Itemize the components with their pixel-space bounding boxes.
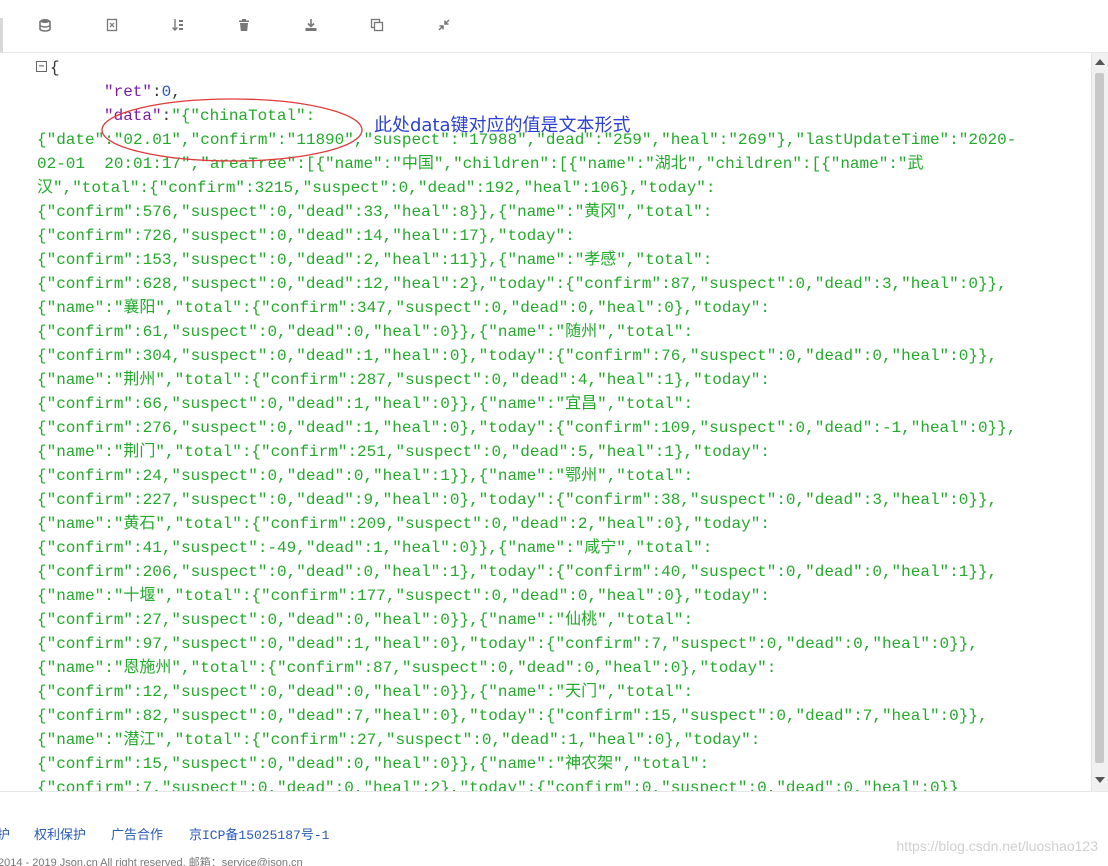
trash-icon[interactable] [233,14,255,36]
download-icon[interactable] [300,14,322,36]
json-wrapped-line: {"confirm":628,"suspect":0,"dead":12,"he… [37,275,1007,293]
scroll-up-icon[interactable] [1095,59,1105,65]
json-wrapped-line: {"confirm":7,"suspect":0,"dead":0,"heal"… [37,779,959,791]
ret-value: 0 [161,83,172,101]
scrollbar-thumb[interactable] [1095,73,1104,763]
open-brace: { [50,59,60,77]
fold-toggle-icon[interactable]: − [36,61,47,72]
json-editor[interactable]: − { "ret":0, "data":"{"chinaTotal": {"da… [0,53,1108,791]
json-wrapped-line: {"confirm":304,"suspect":0,"dead":1,"hea… [37,347,998,365]
json-wrapped-line: {"confirm":82,"suspect":0,"dead":7,"heal… [37,707,988,725]
sort-icon[interactable] [167,14,189,36]
file-export-icon[interactable] [101,14,123,36]
footer-link-rights[interactable]: 权利保护 [34,824,86,843]
compress-icon[interactable] [433,14,455,36]
json-wrapped-line: {"confirm":276,"suspect":0,"dead":1,"hea… [37,419,1017,437]
json-wrapped-line: {"confirm":12,"suspect":0,"dead":0,"heal… [37,683,694,701]
copy-icon[interactable] [366,14,388,36]
footer-link-ads[interactable]: 广告合作 [111,824,163,843]
json-wrapped-line: {"confirm":153,"suspect":0,"dead":2,"hea… [37,251,713,269]
json-wrapped-line: {"confirm":97,"suspect":0,"dead":1,"heal… [37,635,978,653]
json-wrapped-line: {"confirm":206,"suspect":0,"dead":0,"hea… [37,563,998,581]
json-wrapped-line: {"confirm":576,"suspect":0,"dead":33,"he… [37,203,713,221]
json-wrapped-line: {"confirm":27,"suspect":0,"dead":0,"heal… [37,611,694,629]
toolbar-edge [0,18,3,52]
watermark: https://blog.csdn.net/luoshao123 [896,838,1098,854]
json-wrapped-line: {"confirm":66,"suspect":0,"dead":1,"heal… [37,395,694,413]
json-wrapped-line: {"name":"潜江","total":{"confirm":27,"susp… [37,731,761,749]
json-wrapped-line: {"confirm":227,"suspect":0,"dead":9,"hea… [37,491,998,509]
footer-link-partial[interactable]: 护 [0,824,10,843]
ret-line: "ret":0, [104,83,181,101]
json-viewer-window: − { "ret":0, "data":"{"chinaTotal": {"da… [0,0,1108,866]
json-wrapped-line: 02-01 20:01:17","areaTree":[{"name":"中国"… [37,155,924,173]
json-wrapped-line: 汉","total":{"confirm":3215,"suspect":0,"… [37,179,716,197]
vertical-scrollbar[interactable] [1091,53,1108,791]
json-code[interactable]: − { "ret":0, "data":"{"chinaTotal": {"da… [0,53,1092,791]
annotation-text: 此处data键对应的值是文本形式 [374,115,631,136]
json-wrapped-line: {"name":"恩施州","total":{"confirm":87,"sus… [37,659,777,677]
json-wrapped-line: {"name":"襄阳","total":{"confirm":347,"sus… [37,299,770,317]
toolbar [0,0,1108,53]
json-wrapped-line: {"name":"荆门","total":{"confirm":251,"sus… [37,443,770,461]
json-wrapped-line: {"confirm":726,"suspect":0,"dead":14,"he… [37,227,575,245]
json-wrapped-line: {"confirm":24,"suspect":0,"dead":0,"heal… [37,467,694,485]
database-icon[interactable] [34,14,56,36]
json-wrapped-line: {"confirm":61,"suspect":0,"dead":0,"heal… [37,323,694,341]
footer: 护 权利保护 广告合作 京ICP备15025187号-1 2014 - 2019… [0,791,1108,866]
json-wrapped-line: {"confirm":41,"suspect":-49,"dead":1,"he… [37,539,713,557]
json-wrapped-line: {"name":"黄石","total":{"confirm":209,"sus… [37,515,770,533]
json-wrapped-line: {"confirm":15,"suspect":0,"dead":0,"heal… [37,755,710,773]
data-line: "data":"{"chinaTotal": [104,107,316,125]
data-key: "data" [104,107,162,125]
json-wrapped-line: {"name":"十堰","total":{"confirm":177,"sus… [37,587,770,605]
scroll-down-icon[interactable] [1095,777,1105,783]
ret-key: "ret" [104,83,153,101]
copyright-text: 2014 - 2019 Json.cn All right reserved. … [0,857,303,866]
data-value-start: "{"chinaTotal": [171,107,316,125]
footer-link-icp[interactable]: 京ICP备15025187号-1 [189,824,329,843]
json-wrapped-line: {"name":"荆州","total":{"confirm":287,"sus… [37,371,770,389]
